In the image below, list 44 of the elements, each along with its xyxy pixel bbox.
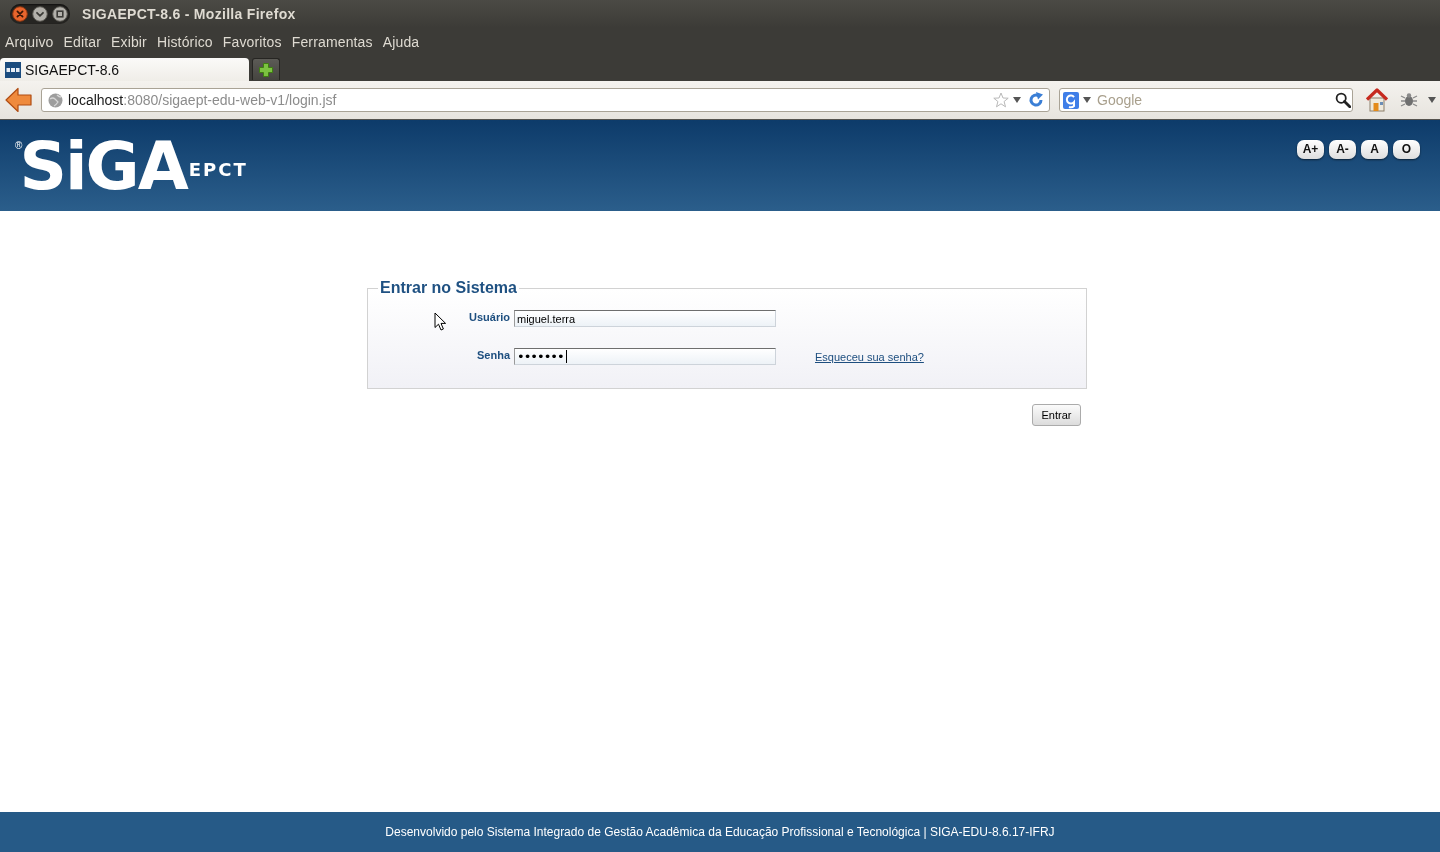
url-text: localhost:8080/sigaept-edu-web-v1/login.jsf (68, 92, 337, 108)
globe-icon (48, 92, 63, 108)
mouse-pointer-icon (434, 312, 447, 331)
field-label: Usuário (469, 311, 510, 323)
search-engine-icon[interactable] (1063, 91, 1079, 109)
dropdown-caret-icon[interactable] (1083, 97, 1091, 103)
new-tab-button[interactable] (252, 58, 280, 80)
home-icon[interactable] (1366, 88, 1388, 112)
footer-text: Desenvolvido pelo Sistema Integrado de Gestão Acadêmica da Educação Profissional e Tecnológica | SIGA-EDU-8.6.17-IFRJ (385, 825, 1055, 839)
close-icon[interactable] (12, 6, 28, 22)
search-icon[interactable] (1335, 92, 1351, 108)
search-input[interactable]: Google (1097, 92, 1335, 108)
menu-item[interactable]: Exibir (106, 31, 152, 52)
search-field[interactable]: Google (1059, 88, 1353, 112)
plus-icon (258, 61, 274, 78)
favicon-icon (5, 61, 21, 78)
accessibility-button[interactable]: A+ (1297, 140, 1324, 159)
menu-item[interactable]: Ferramentas (286, 31, 378, 52)
accessibility-button[interactable]: A- (1329, 140, 1356, 159)
password-field[interactable]: ••••••• (514, 348, 776, 365)
menu-item[interactable]: Ajuda (377, 31, 425, 52)
menu-item[interactable]: Editar (58, 31, 106, 52)
window-title: SIGAEPCT-8.6 - Mozilla Firefox (82, 6, 296, 22)
address-field[interactable]: localhost:8080/sigaept-edu-web-v1/login.jsf (41, 88, 1050, 112)
menu-item[interactable]: Favoritos (217, 31, 287, 52)
accessibility-button[interactable]: A (1361, 140, 1388, 159)
reload-icon[interactable] (1028, 92, 1044, 108)
text-field[interactable]: miguel.terra (514, 310, 776, 327)
logo-suffix: EPCT (188, 161, 248, 179)
form-title: Entrar no Sistema (379, 279, 518, 297)
bug-icon[interactable] (1400, 92, 1418, 108)
star-icon[interactable] (993, 92, 1009, 108)
forgot-password-link[interactable]: Esqueceu sua senha? (815, 350, 924, 363)
dropdown-caret-icon[interactable] (1013, 97, 1021, 103)
maximize-icon[interactable] (52, 6, 68, 22)
back-arrow-icon[interactable] (5, 87, 32, 113)
field-label: Senha (477, 349, 510, 361)
dropdown-caret-icon[interactable] (1428, 97, 1436, 103)
accessibility-button[interactable]: O (1393, 140, 1420, 159)
submit-button[interactable]: Entrar (1032, 404, 1081, 426)
menu-item[interactable]: Arquivo (0, 31, 59, 52)
minimize-icon[interactable] (32, 6, 48, 22)
menu-item[interactable]: Histórico (151, 31, 218, 52)
browser-tab[interactable]: SIGAEPCT-8.6 (0, 58, 249, 81)
